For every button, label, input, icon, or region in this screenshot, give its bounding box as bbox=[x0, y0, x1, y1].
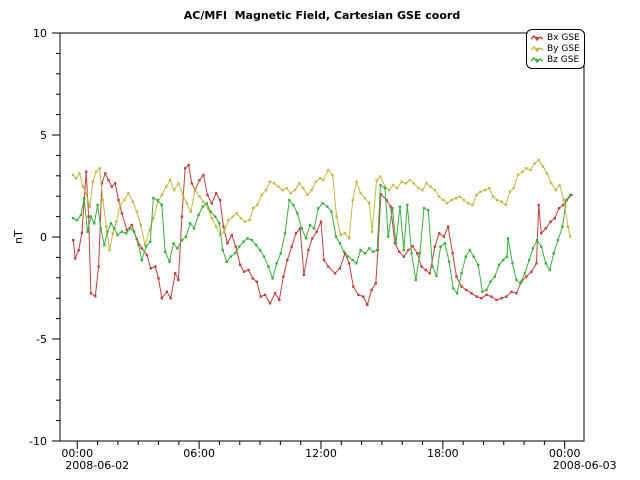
series-bx-gse bbox=[72, 164, 573, 306]
y-tick-label: 0 bbox=[40, 231, 47, 244]
plot-canvas: 1050-5-1000:002008-06-0206:0012:0018:000… bbox=[0, 0, 640, 480]
legend-item: By GSE bbox=[531, 43, 580, 54]
y-tick-label: 5 bbox=[40, 129, 47, 142]
legend-label: By GSE bbox=[547, 44, 580, 54]
y-tick-label: -5 bbox=[36, 333, 47, 346]
x-tick-label: 18:00 bbox=[427, 447, 459, 460]
x-date-label: 2008-06-03 bbox=[553, 459, 617, 472]
cdaweb-plot-window: AC/MFI Magnetic Field, Cartesian GSE coo… bbox=[0, 0, 640, 480]
bx-line-icon bbox=[531, 34, 544, 42]
bz-line-icon bbox=[531, 56, 544, 64]
legend-item: Bz GSE bbox=[531, 54, 580, 65]
y-tick-label: 10 bbox=[33, 27, 47, 40]
legend: Bx GSE By GSE Bz GSE bbox=[526, 29, 585, 69]
legend-item: Bx GSE bbox=[531, 32, 580, 43]
x-tick-label: 12:00 bbox=[305, 447, 337, 460]
x-axis: 00:002008-06-0206:0012:0018:0000:002008-… bbox=[61, 441, 616, 472]
legend-label: Bx GSE bbox=[547, 33, 580, 43]
y-tick-label: -10 bbox=[29, 435, 47, 448]
y-axis: 10 5 0 -5 -10 bbox=[29, 27, 60, 448]
x-tick-label: 06:00 bbox=[183, 447, 215, 460]
x-date-label: 2008-06-02 bbox=[65, 459, 129, 472]
by-line-icon bbox=[531, 45, 544, 53]
legend-label: Bz GSE bbox=[547, 55, 579, 65]
